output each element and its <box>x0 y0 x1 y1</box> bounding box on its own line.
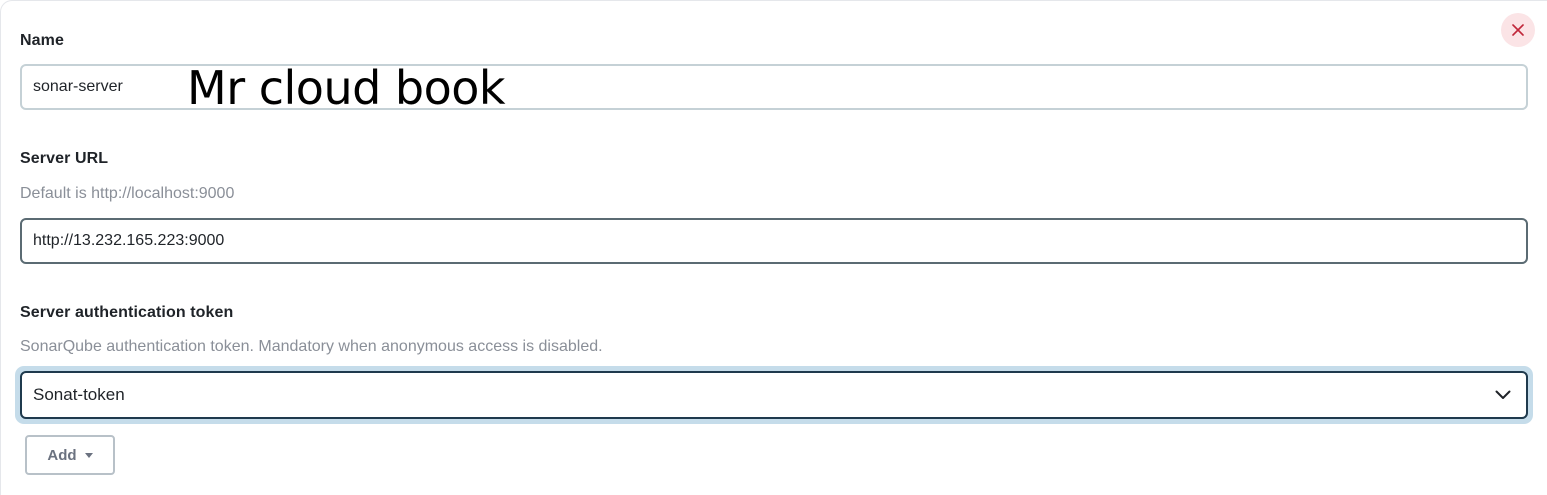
auth-token-help: SonarQube authentication token. Mandator… <box>20 338 603 355</box>
server-url-help: Default is http://localhost:9000 <box>20 185 235 202</box>
add-button-label: Add <box>47 446 77 464</box>
caret-down-icon <box>84 453 93 458</box>
auth-token-selected-value: Sonat-token <box>33 385 125 404</box>
auth-token-select-focus-ring: Sonat-token <box>15 366 1533 424</box>
chevron-down-icon <box>1495 390 1511 399</box>
close-icon <box>1512 24 1524 36</box>
credentials-dialog: Name Mr cloud book Server URL Default is… <box>0 0 1547 495</box>
server-url-input[interactable] <box>20 218 1528 264</box>
auth-token-label: Server authentication token <box>20 304 234 321</box>
server-url-label: Server URL <box>20 150 109 167</box>
add-credentials-button[interactable]: Add <box>25 435 115 475</box>
name-label: Name <box>20 32 64 49</box>
name-input[interactable] <box>20 64 1528 110</box>
auth-token-select[interactable]: Sonat-token <box>20 371 1528 419</box>
close-button[interactable] <box>1501 13 1535 47</box>
